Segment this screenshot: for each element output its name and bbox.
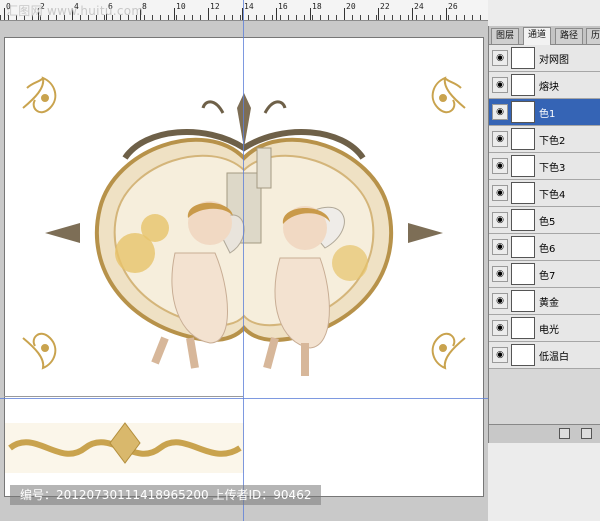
panel-footer: [489, 424, 600, 443]
channel-row[interactable]: ◉ 色6: [489, 234, 600, 261]
ruler-label: 18: [312, 2, 322, 11]
channel-name: 电光: [539, 325, 559, 336]
ruler-label: 14: [244, 2, 254, 11]
channel-row-selected[interactable]: ◉ 色1: [489, 99, 600, 126]
new-channel-icon[interactable]: [581, 428, 592, 439]
panel-tabs: 图层 通道 路径 历: [489, 26, 600, 45]
channel-name: 色7: [539, 271, 556, 282]
channel-name: 色1: [539, 109, 556, 120]
channel-name: 黄金: [539, 298, 559, 309]
channel-row[interactable]: ◉ 对网图: [489, 45, 600, 72]
channel-thumbnail: [511, 263, 535, 285]
bottom-border-strip: [5, 422, 244, 473]
visibility-eye-icon[interactable]: ◉: [492, 293, 508, 309]
visibility-eye-icon[interactable]: ◉: [492, 266, 508, 282]
channel-name: 色5: [539, 217, 556, 228]
ruler-tick: [310, 8, 311, 20]
ruler-label: 20: [346, 2, 356, 11]
tab-channels[interactable]: 通道: [523, 27, 552, 45]
channel-name: 下色4: [539, 190, 566, 201]
channel-name: 低温白: [539, 352, 569, 363]
visibility-eye-icon[interactable]: ◉: [492, 158, 508, 174]
channel-row[interactable]: ◉ 黄金: [489, 288, 600, 315]
visibility-eye-icon[interactable]: ◉: [492, 347, 508, 363]
ruler-label: 24: [414, 2, 424, 11]
ruler-label: 10: [176, 2, 186, 11]
ruler-tick: [412, 8, 413, 20]
channel-thumbnail: [511, 47, 535, 69]
visibility-eye-icon[interactable]: ◉: [492, 104, 508, 120]
channel-row[interactable]: ◉ 低温白: [489, 342, 600, 369]
heart-medallion: [45, 93, 443, 342]
document-divider: [4, 396, 243, 397]
channel-row[interactable]: ◉ 下色4: [489, 180, 600, 207]
channel-name: 下色3: [539, 163, 566, 174]
tab-history[interactable]: 历: [586, 28, 600, 44]
channel-row[interactable]: ◉ 色7: [489, 261, 600, 288]
channel-thumbnail: [511, 290, 535, 312]
channel-name: 对网图: [539, 55, 569, 66]
ruler-tick: [344, 8, 345, 20]
channel-thumbnail: [511, 101, 535, 123]
ruler-label: 16: [278, 2, 288, 11]
channel-row[interactable]: ◉ 下色2: [489, 126, 600, 153]
channel-thumbnail: [511, 74, 535, 96]
corner-ornament-top-left: [22, 76, 57, 114]
ruler-label: 22: [380, 2, 390, 11]
corner-ornament-top-right: [431, 76, 466, 114]
channel-name: 熔块: [539, 82, 559, 93]
tab-layers[interactable]: 图层: [491, 28, 520, 44]
ruler-tick: [208, 8, 209, 20]
channel-thumbnail: [511, 155, 535, 177]
document-canvas[interactable]: [4, 37, 484, 497]
canvas-workspace[interactable]: [0, 21, 488, 521]
ruler-tick: [174, 8, 175, 20]
ruler-tick: [446, 8, 447, 20]
channel-list: ◉ 对网图 ◉ 熔块 ◉ 色1 ◉ 下色2 ◉ 下色3 ◉ 下色4 ◉ 色5 ◉ 色6 ◉ 色7 …: [489, 45, 600, 369]
visibility-eye-icon[interactable]: ◉: [492, 320, 508, 336]
visibility-eye-icon[interactable]: ◉: [492, 50, 508, 66]
channel-thumbnail: [511, 182, 535, 204]
channel-thumbnail: [511, 128, 535, 150]
visibility-eye-icon[interactable]: ◉: [492, 77, 508, 93]
channel-thumbnail: [511, 236, 535, 258]
channel-name: 色6: [539, 244, 556, 255]
visibility-eye-icon[interactable]: ◉: [492, 212, 508, 228]
corner-ornament-bottom-left: [22, 332, 57, 370]
ruler-tick: [276, 8, 277, 20]
channel-row[interactable]: ◉ 电光: [489, 315, 600, 342]
channel-thumbnail: [511, 317, 535, 339]
visibility-eye-icon[interactable]: ◉: [492, 239, 508, 255]
channel-row[interactable]: ◉ 熔块: [489, 72, 600, 99]
channel-thumbnail: [511, 344, 535, 366]
channel-row[interactable]: ◉ 下色3: [489, 153, 600, 180]
channel-thumbnail: [511, 209, 535, 231]
corner-ornament-bottom-right: [431, 332, 466, 370]
horizontal-guide[interactable]: [0, 398, 488, 399]
vertical-guide[interactable]: [243, 0, 244, 521]
channel-name: 下色2: [539, 136, 566, 147]
channels-panel[interactable]: 图层 通道 路径 历 ◉ 对网图 ◉ 熔块 ◉ 色1 ◉ 下色2 ◉ 下色3 ◉ 下色4 ◉…: [488, 26, 600, 443]
load-selection-icon[interactable]: [559, 428, 570, 439]
channel-row[interactable]: ◉ 色5: [489, 207, 600, 234]
visibility-eye-icon[interactable]: ◉: [492, 131, 508, 147]
ruler-label: 12: [210, 2, 220, 11]
ruler-label: 26: [448, 2, 458, 11]
tab-paths[interactable]: 路径: [555, 28, 584, 44]
artwork: [5, 76, 466, 473]
visibility-eye-icon[interactable]: ◉: [492, 185, 508, 201]
image-caption: 编号：20120730111418965200 上传者ID：90462: [10, 485, 322, 505]
site-watermark: 汇图网 www.huitu.com: [6, 4, 144, 18]
ruler-tick: [4, 8, 5, 20]
ruler-tick: [378, 8, 379, 20]
